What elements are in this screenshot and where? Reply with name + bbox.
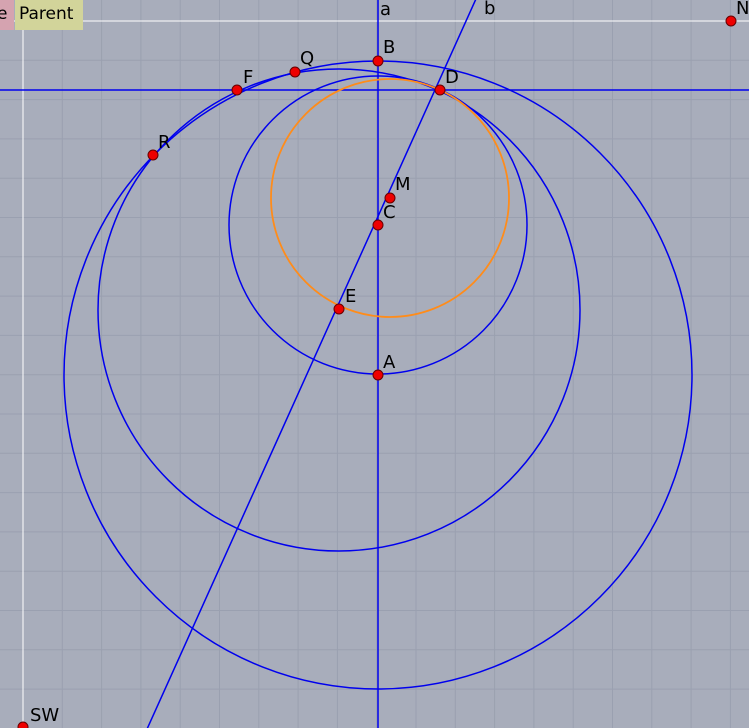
point-SW[interactable]: SW xyxy=(17,705,59,728)
point-Q-label: Q xyxy=(300,48,314,69)
point-R-label: R xyxy=(158,132,171,153)
line-b-label: b xyxy=(484,0,495,19)
point-SW-label: SW xyxy=(30,705,59,726)
point-M-label: M xyxy=(395,174,411,195)
grid xyxy=(0,0,749,728)
point-D-label: D xyxy=(445,67,459,88)
point-N[interactable]: N xyxy=(725,0,749,27)
parent-button[interactable]: Parent xyxy=(15,0,83,30)
point-C-label: C xyxy=(383,202,396,223)
line-a-label: a xyxy=(380,0,391,20)
geometry-canvas[interactable]: a b B Q F D R M C E A N SW e Parent xyxy=(0,0,749,728)
point-B-label: B xyxy=(383,37,395,58)
point-A-label: A xyxy=(383,352,396,373)
point-Q[interactable]: Q xyxy=(289,48,314,78)
point-N-label: N xyxy=(736,0,749,19)
point-F[interactable]: F xyxy=(231,67,253,96)
geometry-svg[interactable]: a b B Q F D R M C E A N SW xyxy=(0,0,749,728)
point-R[interactable]: R xyxy=(147,132,171,161)
context-tag[interactable]: e xyxy=(0,0,14,30)
point-E-label: E xyxy=(345,286,356,307)
point-F-label: F xyxy=(243,67,253,88)
